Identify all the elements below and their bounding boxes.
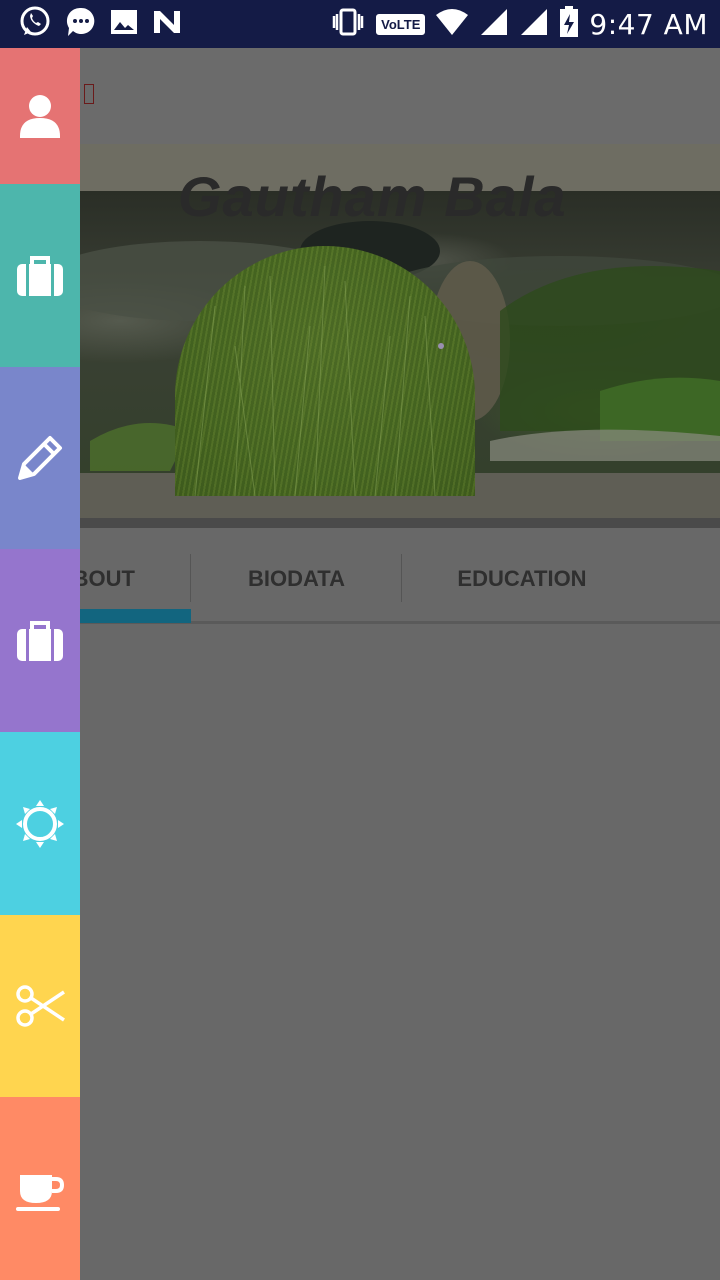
menu-item-profile[interactable] <box>0 48 80 184</box>
tab-education[interactable]: EDUCATION <box>402 536 642 622</box>
menu-item-break[interactable] <box>0 1097 80 1280</box>
vibrate-icon <box>330 8 366 41</box>
pencil-icon <box>18 436 62 480</box>
gallery-icon <box>110 9 138 40</box>
volte-badge: VoLTE <box>376 13 426 35</box>
signal-icon <box>519 8 549 41</box>
sun-icon <box>16 799 64 848</box>
coffee-cup-icon <box>16 1174 65 1211</box>
battery-charging-icon <box>559 5 579 43</box>
menu-item-edit[interactable] <box>0 367 80 549</box>
menu-item-portfolio[interactable] <box>0 549 80 732</box>
tab-bar: BOUT BIODATA EDUCATION <box>0 536 720 624</box>
briefcase-icon <box>17 255 63 296</box>
profile-name: Gautham Bala <box>178 165 567 228</box>
whatsapp-icon <box>18 5 52 44</box>
menu-item-work[interactable] <box>0 184 80 367</box>
tab-biodata[interactable]: BIODATA <box>191 536 402 622</box>
side-menu <box>0 48 80 1280</box>
wifi-icon <box>435 8 469 41</box>
menu-item-tools[interactable] <box>0 915 80 1097</box>
status-bar: VoLTE 9:47 AM <box>0 0 720 48</box>
user-icon <box>20 95 60 138</box>
briefcase-icon <box>17 620 63 661</box>
missing-glyph-icon <box>84 84 94 104</box>
message-icon <box>66 6 96 43</box>
signal-icon <box>479 8 509 41</box>
n-app-icon <box>152 9 182 40</box>
header-shadow <box>0 518 720 528</box>
profile-header: Gautham Bala <box>0 144 720 528</box>
app-toolbar <box>0 48 720 144</box>
menu-item-settings[interactable] <box>0 732 80 915</box>
scissors-icon <box>16 985 65 1027</box>
status-time: 9:47 AM <box>589 7 708 41</box>
